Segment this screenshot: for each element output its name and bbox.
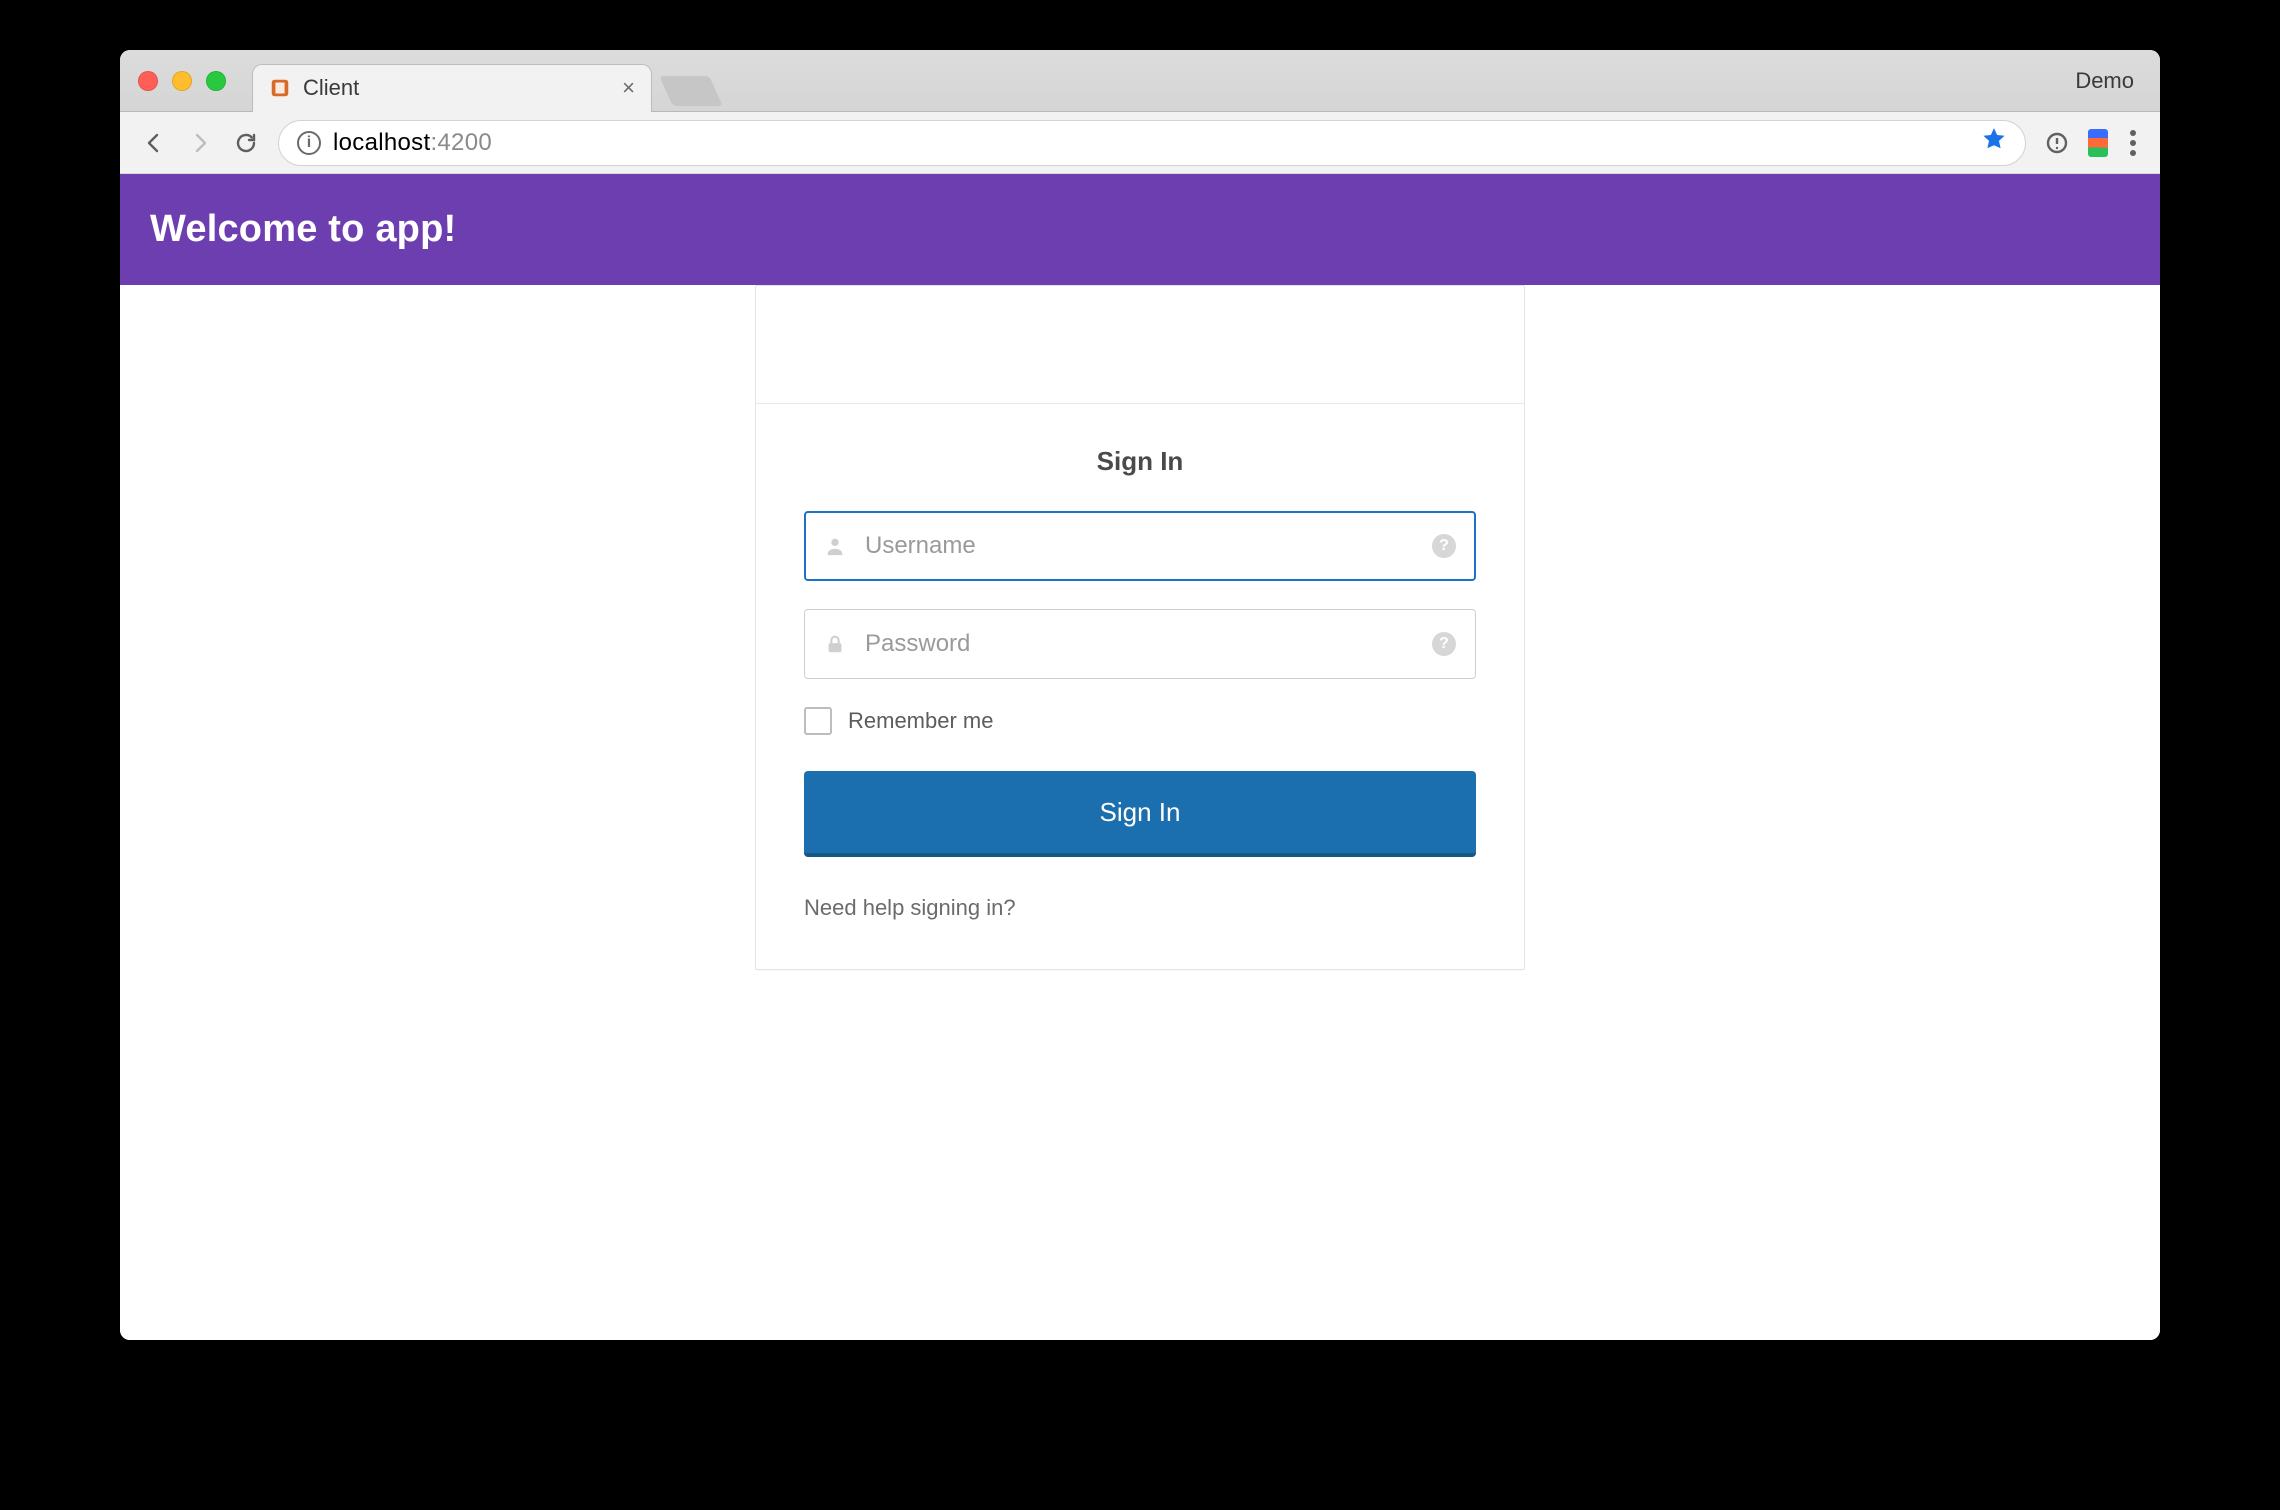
password-help-icon[interactable]: ? — [1432, 632, 1456, 656]
tab-title: Client — [303, 75, 359, 101]
browser-tabstrip: Client × Demo — [120, 50, 2160, 112]
signin-logo-area — [756, 286, 1524, 404]
banner-title: Welcome to app! — [150, 208, 2130, 251]
window-maximize-button[interactable] — [206, 71, 226, 91]
browser-menu-icon[interactable] — [2126, 130, 2140, 156]
extension-icon[interactable] — [2088, 129, 2108, 157]
signin-card: Sign In ? — [755, 285, 1525, 970]
remember-me-checkbox[interactable] — [804, 707, 832, 735]
username-help-icon[interactable]: ? — [1432, 534, 1456, 558]
signin-button[interactable]: Sign In — [804, 771, 1476, 857]
password-input[interactable] — [804, 609, 1476, 679]
lock-icon — [824, 633, 846, 655]
help-signing-in-link[interactable]: Need help signing in? — [804, 895, 1016, 921]
window-close-button[interactable] — [138, 71, 158, 91]
url-text: localhost:4200 — [333, 129, 492, 157]
browser-tab[interactable]: Client × — [252, 64, 652, 112]
new-tab-button[interactable] — [659, 76, 722, 106]
tab-favicon-icon — [269, 77, 291, 99]
url-port: :4200 — [430, 129, 492, 156]
browser-window: Client × Demo i localhost:4200 — [120, 50, 2160, 1340]
username-input[interactable] — [804, 511, 1476, 581]
bookmark-star-icon[interactable] — [1981, 126, 2007, 159]
back-button[interactable] — [140, 129, 168, 157]
password-field: ? — [804, 609, 1476, 679]
user-icon — [824, 535, 846, 557]
url-host: localhost — [333, 129, 430, 156]
remember-me[interactable]: Remember me — [804, 707, 1476, 735]
username-field: ? — [804, 511, 1476, 581]
reload-button[interactable] — [232, 129, 260, 157]
forward-button[interactable] — [186, 129, 214, 157]
site-info-icon[interactable]: i — [297, 131, 321, 155]
window-controls — [138, 71, 226, 91]
remember-me-label: Remember me — [848, 708, 993, 734]
address-bar[interactable]: i localhost:4200 — [278, 120, 2026, 166]
tab-close-icon[interactable]: × — [622, 77, 635, 99]
alert-info-icon[interactable] — [2044, 130, 2070, 156]
window-label: Demo — [2075, 68, 2142, 94]
window-minimize-button[interactable] — [172, 71, 192, 91]
signin-heading: Sign In — [804, 446, 1476, 477]
app-banner: Welcome to app! — [120, 174, 2160, 285]
page-content: Welcome to app! Sign In ? — [120, 174, 2160, 1340]
browser-toolbar: i localhost:4200 — [120, 112, 2160, 174]
